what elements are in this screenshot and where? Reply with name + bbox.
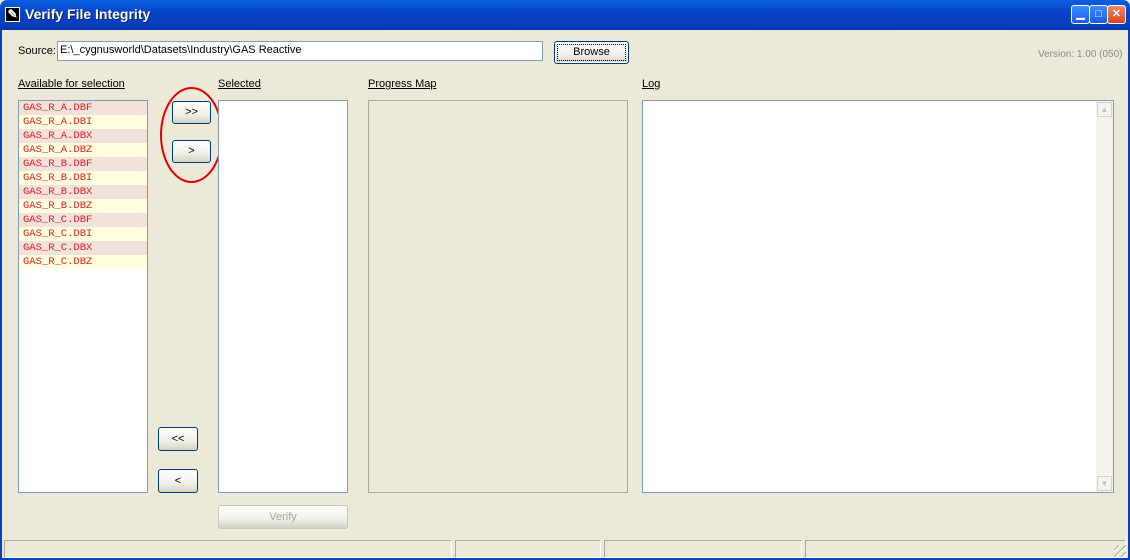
verify-button[interactable]: Verify — [218, 505, 348, 529]
list-item[interactable]: GAS_R_B.DBZ — [19, 199, 147, 213]
available-list[interactable]: GAS_R_A.DBF GAS_R_A.DBI GAS_R_A.DBX GAS_R_A… — [18, 100, 148, 493]
browse-button[interactable]: Browse — [554, 41, 629, 64]
list-item[interactable]: GAS_R_B.DBF — [19, 157, 147, 171]
list-item[interactable]: GAS_R_C.DBF — [19, 213, 147, 227]
source-input[interactable]: E:\_cygnusworld\Datasets\Industry\GAS Re… — [57, 41, 543, 61]
annotation-circle — [160, 87, 223, 183]
maximize-icon: □ — [1095, 8, 1102, 20]
remove-all-button[interactable]: << — [158, 427, 198, 451]
log-textarea[interactable]: ▲ ▼ — [642, 100, 1114, 493]
list-item[interactable]: GAS_R_A.DBF — [19, 101, 147, 115]
close-icon: ✕ — [1111, 8, 1122, 20]
list-item[interactable]: GAS_R_C.DBX — [19, 241, 147, 255]
selected-label: Selected — [218, 78, 261, 90]
status-pane-1 — [4, 540, 452, 558]
scroll-down-icon[interactable]: ▼ — [1097, 476, 1112, 491]
list-item[interactable]: GAS_R_C.DBI — [19, 227, 147, 241]
scroll-up-icon[interactable]: ▲ — [1097, 102, 1112, 117]
close-button[interactable]: ✕ — [1107, 5, 1126, 24]
remove-one-button[interactable]: < — [158, 469, 198, 493]
progress-map-label: Progress Map — [368, 78, 437, 90]
list-item[interactable]: GAS_R_B.DBI — [19, 171, 147, 185]
status-pane-2 — [455, 540, 601, 558]
title-bar[interactable] — [0, 0, 1130, 30]
status-pane-4 — [805, 540, 1126, 558]
list-item[interactable]: GAS_R_A.DBI — [19, 115, 147, 129]
window-title: Verify File Integrity — [25, 6, 151, 22]
list-item[interactable]: GAS_R_C.DBZ — [19, 255, 147, 269]
available-label: Available for selection — [18, 78, 125, 90]
resize-grip-icon[interactable] — [1114, 545, 1126, 557]
maximize-button[interactable]: □ — [1089, 5, 1108, 24]
log-label: Log — [642, 78, 661, 90]
minimize-button[interactable]: ▁ — [1071, 5, 1090, 24]
selected-list[interactable] — [218, 100, 348, 493]
list-item[interactable]: GAS_R_A.DBZ — [19, 143, 147, 157]
list-item[interactable]: GAS_R_B.DBX — [19, 185, 147, 199]
app-icon[interactable]: ✎ — [5, 7, 20, 22]
progress-map-panel — [368, 100, 628, 493]
status-pane-3 — [604, 540, 802, 558]
log-scrollbar[interactable]: ▲ ▼ — [1096, 101, 1113, 492]
minimize-icon: ▁ — [1076, 8, 1085, 20]
source-label: Source: — [18, 45, 56, 57]
version-label: Version: 1.00 (050) — [1038, 49, 1123, 60]
list-item[interactable]: GAS_R_A.DBX — [19, 129, 147, 143]
